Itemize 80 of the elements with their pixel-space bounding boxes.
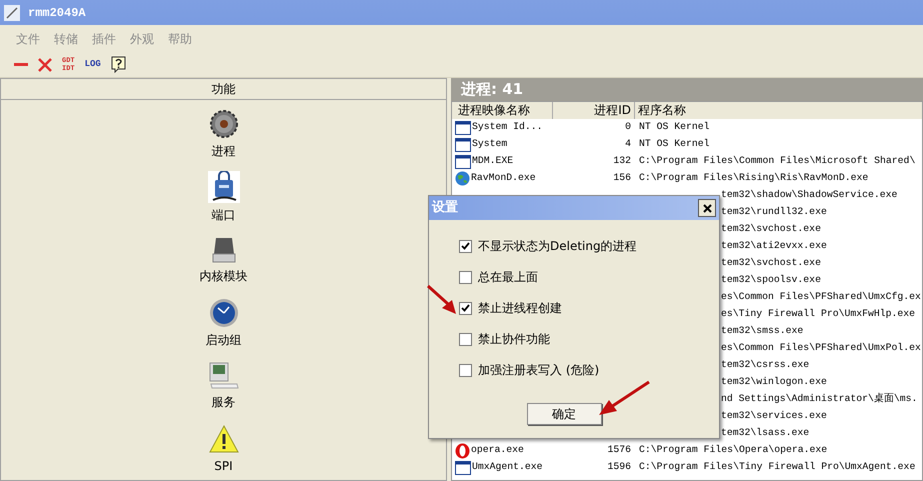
check-icon <box>461 304 470 312</box>
log-button[interactable]: LOG <box>84 58 101 72</box>
table-cell: C:\Program Files\Rising\Ris\RavMonD.exe <box>639 172 868 184</box>
close-icon <box>702 204 712 212</box>
help-icon[interactable] <box>110 56 126 73</box>
checkbox-label: 不显示状态为Deleting的进程 <box>478 238 637 255</box>
window-icon <box>455 154 471 168</box>
table-cell-text: System <box>472 137 508 152</box>
window-title: rmm2049A <box>28 4 86 22</box>
sidebar-item[interactable]: 启动组 <box>206 331 242 349</box>
table-cell: C:\Program Files\Common Files\Microsoft Shared\ <box>639 155 916 166</box>
close-icon[interactable] <box>38 58 52 72</box>
sidebar-item[interactable]: 服务 <box>212 393 236 411</box>
column-header[interactable]: 程序名称 <box>635 102 922 119</box>
checkbox[interactable] <box>459 270 472 284</box>
table-cell: tem32\svchost.exe <box>721 257 821 268</box>
table-cell-text: RavMonD.exe <box>471 171 536 186</box>
minus-icon[interactable] <box>14 62 28 66</box>
opera-icon <box>455 442 470 458</box>
table-cell-text: System Id... <box>472 120 543 134</box>
table-cell-text: opera.exe <box>471 443 524 458</box>
ok-button[interactable]: 确定 <box>526 403 602 425</box>
checkbox-label: 禁止协件功能 <box>478 331 550 348</box>
sidebar-header: 功能 <box>1 79 446 100</box>
table-cell-text: MDM.EXE <box>472 154 514 168</box>
table-cell: 156 <box>613 172 631 184</box>
check-icon <box>461 242 470 250</box>
table-cell: tem32\ati2evxx.exe <box>721 240 827 252</box>
table-cell-text: UmxAgent.exe <box>472 460 543 474</box>
computer-icon <box>208 362 238 390</box>
checkbox[interactable] <box>459 302 472 314</box>
arrow-annotation <box>426 284 458 316</box>
table-cell: 4 <box>625 138 631 150</box>
dialog-title: 设置 <box>432 199 458 218</box>
table-cell: es\Common Files\PFShared\UmxCfg.ex <box>721 291 921 302</box>
column-header[interactable]: 进程ID <box>553 102 635 119</box>
app-icon <box>4 4 20 20</box>
window-icon <box>455 120 471 134</box>
checkbox-label: 禁止进线程创建 <box>478 300 562 317</box>
table-cell: 0 <box>625 121 631 132</box>
table-cell: es\Tiny Firewall Pro\UmxFwHlp.exe <box>721 308 916 320</box>
sidebar-item[interactable]: 进程 <box>212 142 236 160</box>
sidebar-item[interactable]: 端口 <box>212 206 236 224</box>
table-cell: nd Settings\Administrator\桌面\ms. <box>721 393 918 404</box>
table-cell: tem32\svchost.exe <box>721 223 821 234</box>
table-cell: tem32\shadow\ShadowService.exe <box>721 189 898 200</box>
table-cell: NT OS Kernel <box>639 138 710 150</box>
table-cell: tem32\csrss.exe <box>721 359 810 370</box>
table-cell: C:\Program Files\Tiny Firewall Pro\UmxAgent.exe <box>639 461 916 472</box>
table-cell: tem32\rundll32.exe <box>721 206 827 218</box>
clock-icon <box>208 298 238 328</box>
checkbox[interactable] <box>459 332 472 346</box>
checkbox[interactable] <box>459 240 472 252</box>
padlock-icon <box>208 171 240 203</box>
table-cell: 1576 <box>607 444 631 456</box>
table-cell: tem32\services.exe <box>721 410 827 422</box>
table-cell: C:\Program Files\Opera\opera.exe <box>639 444 828 456</box>
table-cell: es\Common Files\PFShared\UmxPol.ex <box>721 342 921 354</box>
warning-icon <box>208 424 238 454</box>
checkbox-label: 加强注册表写入 (危险) <box>478 362 600 379</box>
drive-icon <box>212 236 236 264</box>
table-cell: tem32\winlogon.exe <box>721 376 827 388</box>
sidebar-item[interactable]: 内核模块 <box>200 267 248 285</box>
checkbox-label: 总在最上面 <box>478 269 538 286</box>
gear-icon <box>208 109 238 139</box>
arrow-annotation <box>597 380 651 418</box>
table-cell: 132 <box>613 155 631 166</box>
panel-title: 进程: 41 <box>451 78 923 101</box>
close-button[interactable] <box>698 199 716 217</box>
window-icon <box>455 138 471 152</box>
table-cell: 1596 <box>607 461 631 472</box>
sidebar-item[interactable]: SPI <box>214 457 233 475</box>
table-cell: NT OS Kernel <box>639 121 710 132</box>
globe-icon <box>455 171 470 186</box>
table-cell: tem32\smss.exe <box>721 325 804 336</box>
window-icon <box>455 460 471 474</box>
table-cell: tem32\spoolsv.exe <box>721 274 821 286</box>
column-header[interactable]: 进程映像名称 <box>452 102 553 119</box>
checkbox[interactable] <box>459 364 472 376</box>
table-cell: tem32\lsass.exe <box>721 427 810 438</box>
